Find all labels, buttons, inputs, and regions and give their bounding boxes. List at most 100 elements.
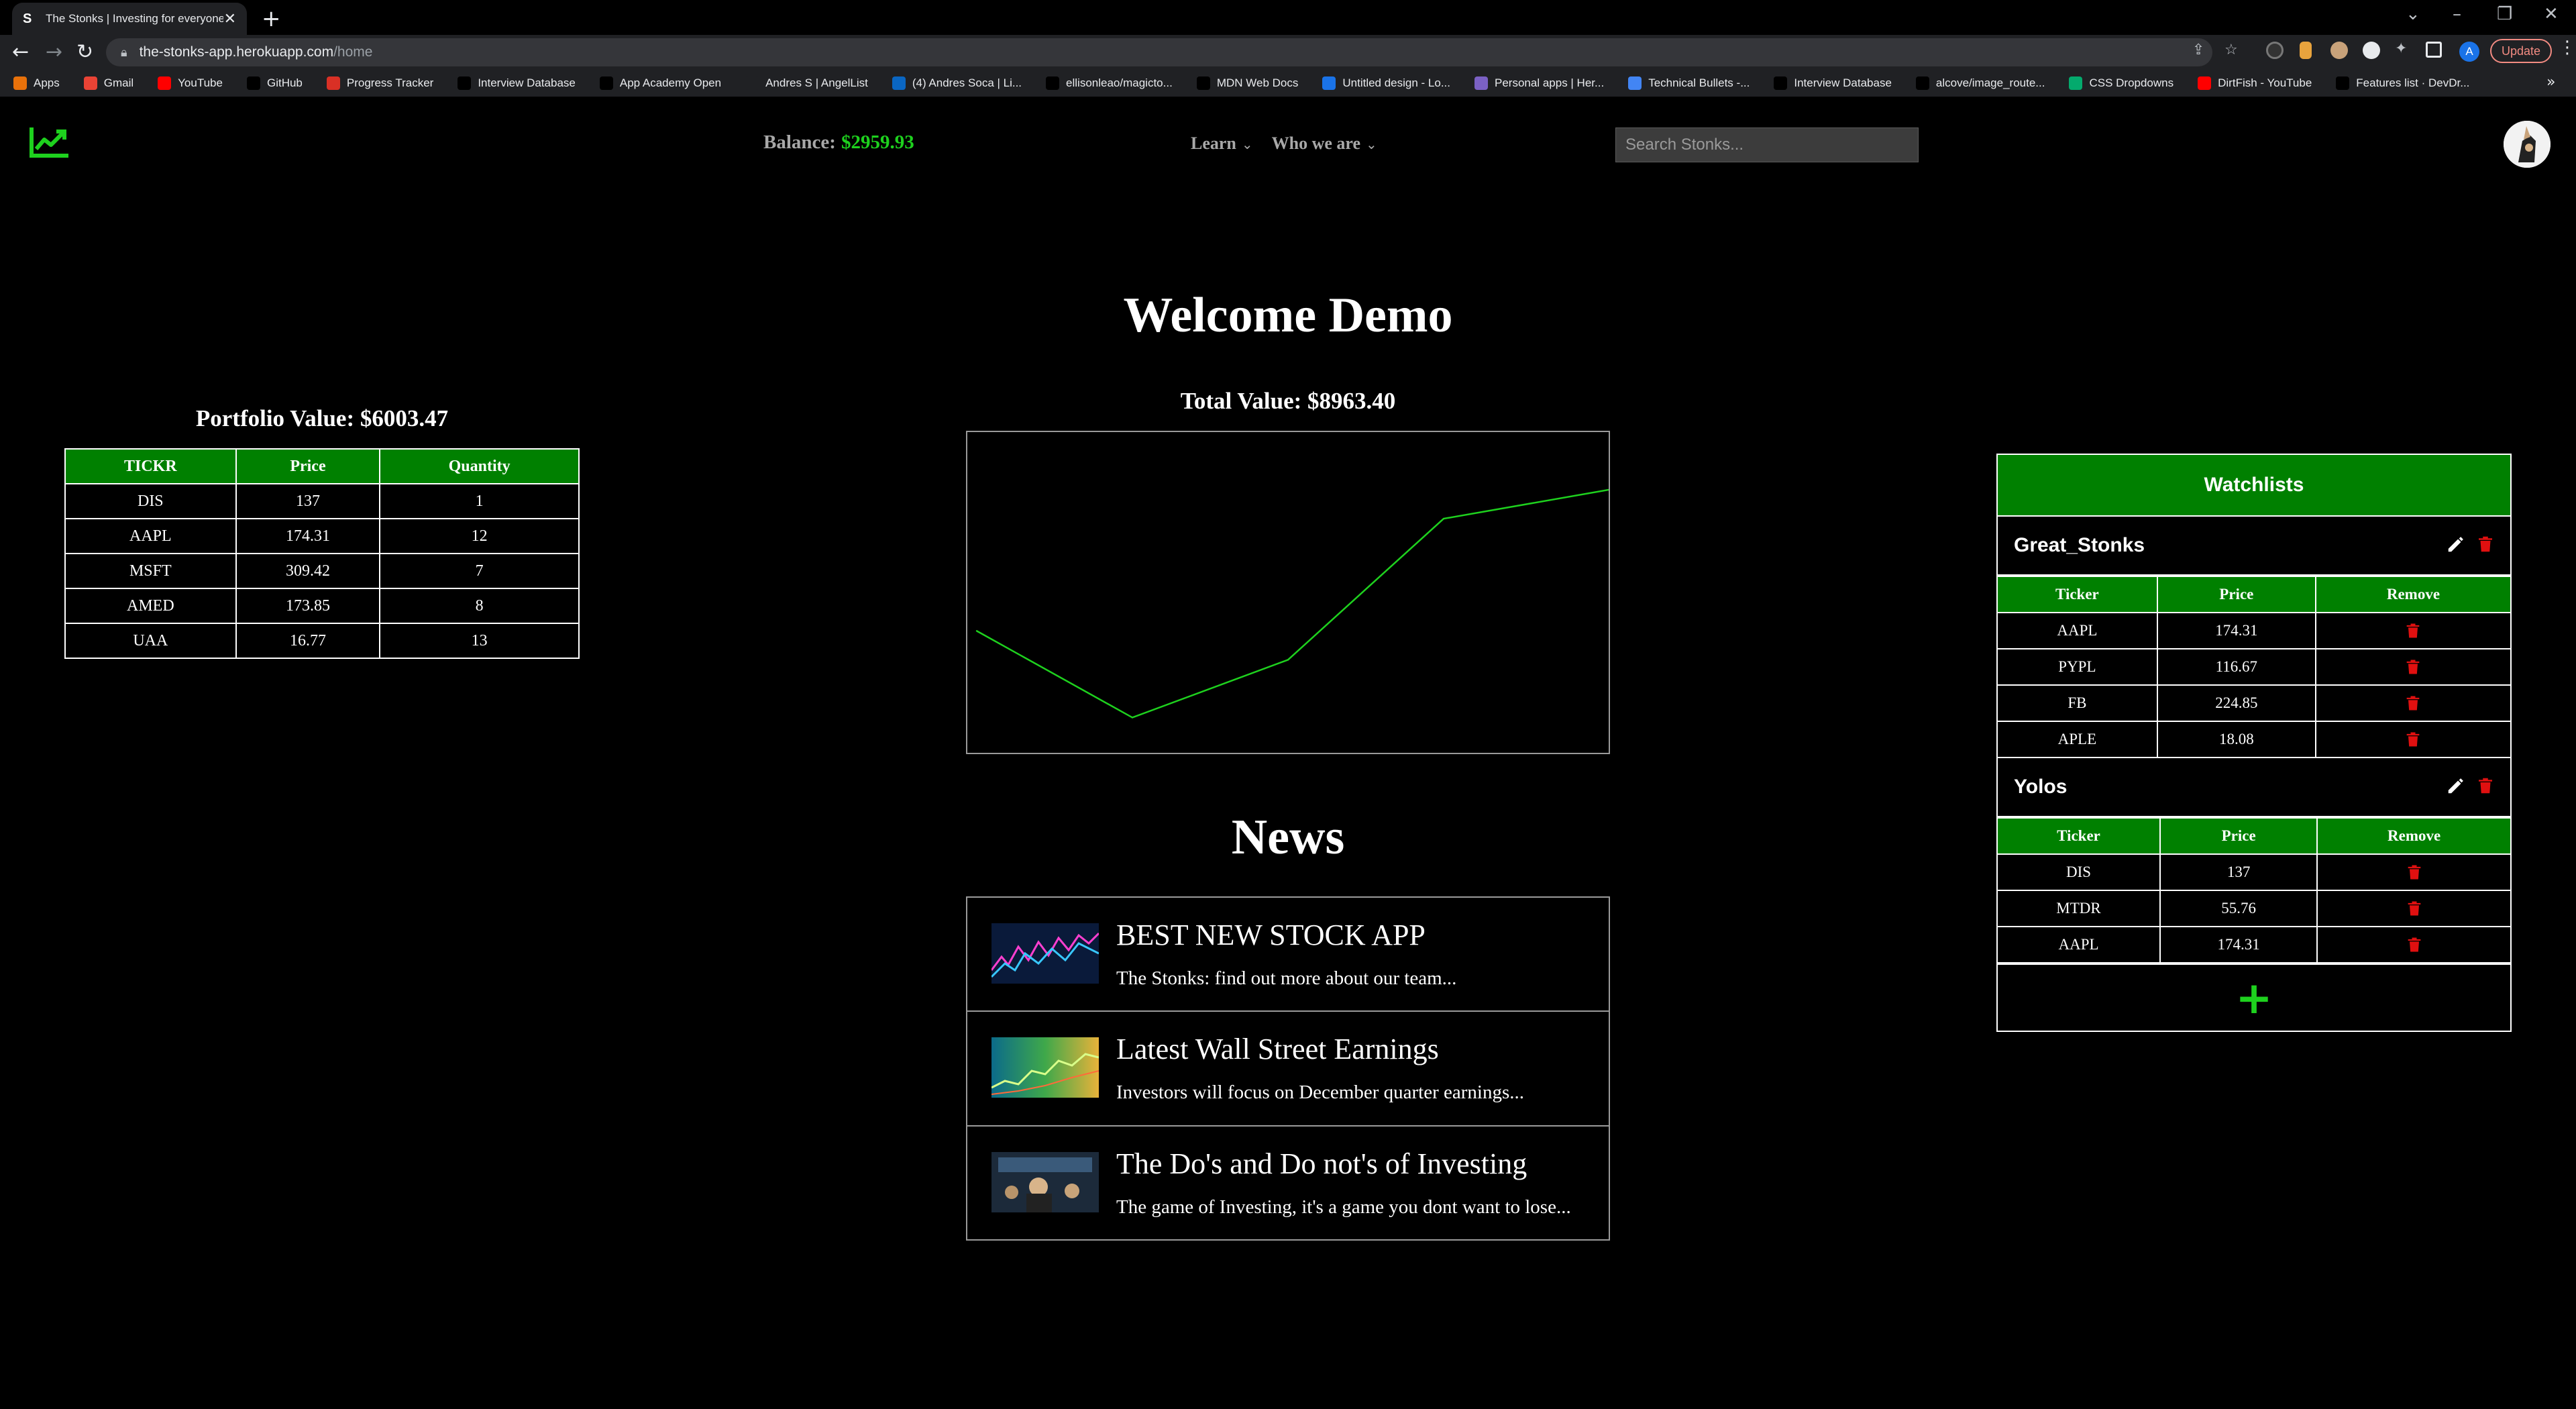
trash-icon[interactable] [2404,658,2422,674]
watchlist-row[interactable]: AAPL 174.31 [1998,926,2510,963]
remove-ticker-button[interactable] [2316,853,2510,891]
bookmark-item[interactable]: Progress Tracker [326,76,433,90]
add-watchlist-button[interactable]: + [1998,963,2510,1031]
watchlist-row[interactable]: APLE 18.08 [1998,721,2510,758]
trash-icon[interactable] [2405,863,2424,880]
stonks-logo-icon[interactable] [28,125,71,160]
bookmark-item[interactable]: MDN Web Docs [1196,76,1298,90]
portfolio-row[interactable]: AMED 173.85 8 [64,588,580,624]
watchlists-header: Watchlists [1998,455,2510,517]
watchlist-row[interactable]: DIS 137 [1998,853,2510,891]
portfolio-row[interactable]: DIS 137 1 [64,483,580,519]
restore-icon[interactable]: ❐ [2497,4,2512,24]
user-avatar[interactable] [2504,121,2551,168]
remove-ticker-button[interactable] [2314,612,2510,649]
news-headline: Latest Wall Street Earnings [1116,1033,1439,1065]
reload-icon[interactable]: ↻ [76,40,93,64]
portfolio-row[interactable]: MSFT 309.42 7 [64,553,580,589]
watchlist-column-header: Ticker [1998,576,2158,613]
bookmark-item[interactable]: Interview Database [1774,76,1892,90]
bookmark-item[interactable]: alcove/image_route... [1915,76,2045,90]
back-icon[interactable]: ← [12,40,29,64]
github-icon [246,76,260,90]
watchlist-price: 116.67 [2156,648,2316,686]
watchlist-ticker: FB [1998,684,2158,722]
portfolio-row[interactable]: AAPL 174.31 12 [64,518,580,554]
bookmark-star-icon[interactable]: ☆ [2224,42,2238,58]
trash-icon[interactable] [2404,621,2422,638]
bookmark-item[interactable]: CSS Dropdowns [2069,76,2174,90]
portfolio-cell: 16.77 [235,623,381,659]
github-icon [1046,76,1060,90]
extensions-puzzle-icon[interactable]: ✦ [2395,40,2407,57]
forward-icon[interactable]: → [46,40,62,64]
bookmark-item[interactable]: Untitled design - Lo... [1322,76,1450,90]
watchlist-row[interactable]: FB 224.85 [1998,684,2510,722]
bookmark-label: Untitled design - Lo... [1342,76,1451,89]
bookmark-item[interactable]: Interview Database [458,76,576,90]
bookmark-item[interactable]: (4) Andres Soca | Li... [892,76,1022,90]
news-item[interactable]: Latest Wall Street Earnings Investors wi… [966,1011,1610,1126]
bookmark-item[interactable]: Andres S | AngelList [745,76,868,90]
watchlist-row[interactable]: MTDR 55.76 [1998,890,2510,927]
share-icon[interactable]: ⇪ [2192,42,2204,58]
watchlist-row[interactable]: PYPL 116.67 [1998,648,2510,686]
tab-search-icon[interactable]: ⌄ [2406,4,2420,24]
bookmark-item[interactable]: Apps [13,76,60,90]
learn-dropdown[interactable]: Learn ⌄ [1191,134,1253,154]
tab-close-icon[interactable]: ✕ [224,11,236,28]
bookmark-item[interactable]: YouTube [158,76,223,90]
address-bar[interactable]: 🔒︎ the-stonks-app.herokuapp.com/home [106,38,2212,66]
bookmarks-overflow-icon[interactable]: » [2546,74,2555,91]
delete-watchlist-trash-icon[interactable] [2475,776,2496,799]
edit-pencil-icon[interactable] [2446,534,2466,558]
update-button[interactable]: Update [2490,39,2552,63]
news-item[interactable]: The Do's and Do not's of Investing The g… [966,1126,1610,1241]
search-input[interactable] [1615,127,1919,162]
bookmark-item[interactable]: App Academy Open [599,76,721,90]
minimize-icon[interactable]: – [2453,4,2461,24]
remove-ticker-button[interactable] [2314,648,2510,686]
browser-tab[interactable]: S The Stonks | Investing for everyone ✕ [12,3,247,35]
trash-icon[interactable] [2404,730,2422,747]
remove-ticker-button[interactable] [2316,890,2510,927]
remove-ticker-button[interactable] [2316,926,2510,963]
url-text: the-stonks-app.herokuapp.com/home [139,44,373,60]
bookmark-item[interactable]: GitHub [246,76,303,90]
who-we-are-dropdown[interactable]: Who we are ⌄ [1272,134,1377,154]
bookmark-item[interactable]: ellisonleao/magicto... [1046,76,1173,90]
extension-2-icon[interactable] [2300,42,2312,59]
browser-menu-icon[interactable]: ⋮ [2559,38,2576,58]
extension-1-icon[interactable] [2266,42,2284,59]
watchlist-name-row: Great_Stonks [1998,517,2510,576]
portfolio-row[interactable]: UAA 16.77 13 [64,623,580,659]
bookmark-item[interactable]: Technical Bullets -... [1628,76,1750,90]
window-close-icon[interactable]: ✕ [2544,4,2559,24]
side-panel-icon[interactable] [2426,42,2442,58]
bookmark-item[interactable]: DirtFish - YouTube [2198,76,2312,90]
watchlist-price: 174.31 [2156,612,2316,649]
watchlist-price: 18.08 [2156,721,2316,758]
news-item[interactable]: BEST NEW STOCK APP The Stonks: find out … [966,896,1610,1011]
new-tab-icon[interactable]: + [262,5,281,32]
bookmark-item[interactable]: Personal apps | Her... [1474,76,1604,90]
remove-ticker-button[interactable] [2314,684,2510,722]
delete-watchlist-trash-icon[interactable] [2475,534,2496,558]
extension-3-icon[interactable] [2330,42,2348,59]
trash-icon[interactable] [2404,694,2422,711]
bookmark-item[interactable]: Gmail [83,76,133,90]
portfolio-cell: 309.42 [235,553,381,589]
extension-4-icon[interactable] [2363,42,2380,59]
youtube-icon [2198,76,2212,90]
edit-pencil-icon[interactable] [2446,776,2466,799]
watchlist-row[interactable]: AAPL 174.31 [1998,612,2510,649]
profile-avatar[interactable]: A [2459,42,2479,62]
remove-ticker-button[interactable] [2314,721,2510,758]
portfolio-column-header: TICKR [64,448,237,484]
bookmark-label: DirtFish - YouTube [2218,76,2312,89]
watchlist-column-header: Price [2159,817,2318,855]
bookmark-item[interactable]: Features list · DevDr... [2336,76,2469,90]
trash-icon[interactable] [2405,935,2424,952]
trash-icon[interactable] [2405,899,2424,916]
news-summary: Investors will focus on December quarter… [1116,1082,1524,1103]
